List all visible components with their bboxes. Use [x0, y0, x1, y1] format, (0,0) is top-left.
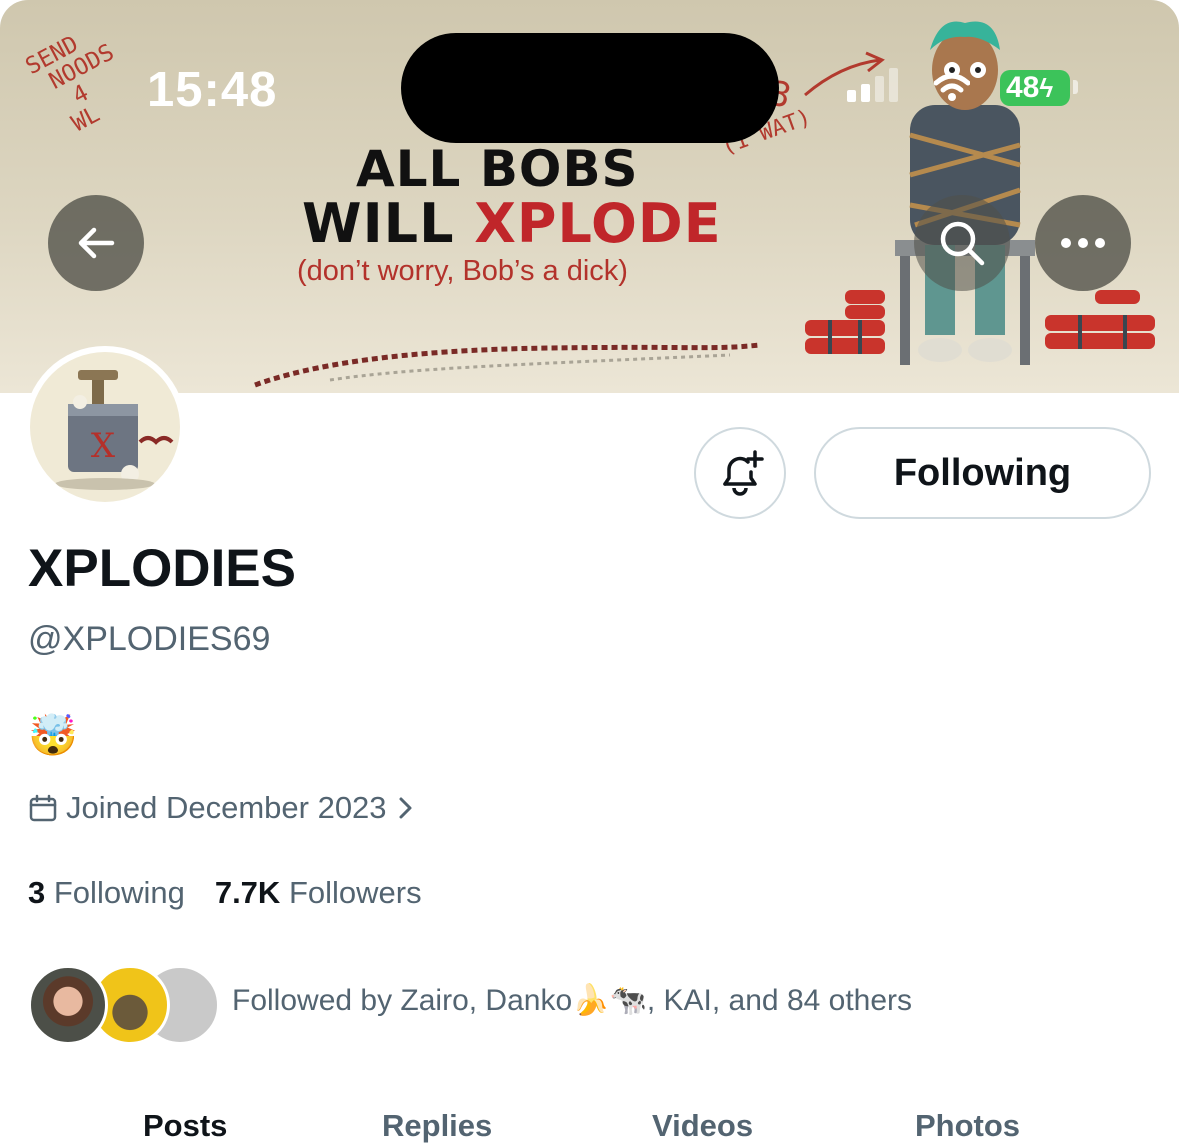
- followers-count: 7.7K: [214, 875, 281, 910]
- followers-stat[interactable]: 7.7K Followers: [215, 875, 422, 911]
- following-count: 3: [28, 875, 46, 910]
- more-options-button[interactable]: [1035, 195, 1131, 291]
- signal-strength-icon: [847, 68, 898, 102]
- following-button[interactable]: Following: [814, 427, 1151, 519]
- banner-subtitle: (don’t worry, Bob’s a dick): [297, 255, 628, 287]
- following-label: Following: [53, 875, 185, 910]
- banner-title-will: WILL: [302, 192, 475, 255]
- status-time: 15:48: [147, 63, 278, 117]
- search-button[interactable]: [914, 195, 1010, 291]
- banner-title-line2: WILL XPLODE: [302, 192, 722, 255]
- banner-title-xplode: XPLODE: [474, 192, 722, 255]
- tab-videos[interactable]: Videos: [652, 1108, 753, 1144]
- joined-date: Joined December 2023: [66, 790, 387, 825]
- followed-by-avatars[interactable]: [28, 965, 220, 1045]
- banner-handwriting-left: SEND NOODS 4 WL: [21, 31, 119, 144]
- follow-stats: 3 Following 7.7K Followers: [28, 875, 422, 911]
- search-icon: [940, 221, 985, 266]
- dynamite-right-illustration: [1045, 290, 1155, 349]
- more-horizontal-icon: [1061, 238, 1105, 248]
- tab-posts[interactable]: Posts: [143, 1108, 227, 1144]
- calendar-icon: [29, 794, 57, 822]
- follower-avatar: [28, 965, 108, 1045]
- tab-replies[interactable]: Replies: [382, 1108, 492, 1144]
- camera-notch: [401, 33, 779, 143]
- battery-indicator: 48 ϟ: [1000, 70, 1070, 106]
- profile-tabs: Posts Replies Videos Photos: [0, 1100, 1179, 1143]
- battery-percent: 48: [1006, 71, 1040, 104]
- banner-title-line1: ALL BOBS: [356, 140, 639, 198]
- following-stat[interactable]: 3 Following: [28, 875, 185, 911]
- tab-photos[interactable]: Photos: [915, 1108, 1020, 1144]
- followed-by-text[interactable]: Followed by Zairo, Danko🍌🐄, KAI, and 84 …: [232, 983, 912, 1018]
- chevron-right-icon: [399, 797, 412, 819]
- charging-bolt-icon: ϟ: [1039, 72, 1054, 103]
- profile-handle: @XPLODIES69: [28, 620, 271, 658]
- joined-date-row[interactable]: Joined December 2023: [28, 790, 415, 826]
- profile-bio: 🤯: [28, 714, 78, 758]
- avatar-image: X: [30, 352, 180, 502]
- followers-label: Followers: [288, 875, 422, 910]
- profile-banner[interactable]: SEND NOODS 4 WL 3 (1 WAT) ALL BOBS WILL …: [0, 0, 1179, 393]
- dynamite-left-illustration: [805, 290, 885, 354]
- arrow-left-icon: [78, 227, 115, 259]
- wifi-icon: [934, 73, 970, 101]
- profile-avatar[interactable]: X: [24, 346, 186, 508]
- svg-text:X: X: [91, 426, 116, 466]
- bell-plus-icon: [723, 450, 764, 496]
- notifications-button[interactable]: [694, 427, 786, 519]
- battery-tip: [1073, 80, 1078, 94]
- detonator-illustration: X: [55, 370, 174, 490]
- display-name: XPLODIES: [28, 539, 297, 598]
- coiled-wire-illustration: [254, 342, 761, 388]
- back-button[interactable]: [48, 195, 144, 291]
